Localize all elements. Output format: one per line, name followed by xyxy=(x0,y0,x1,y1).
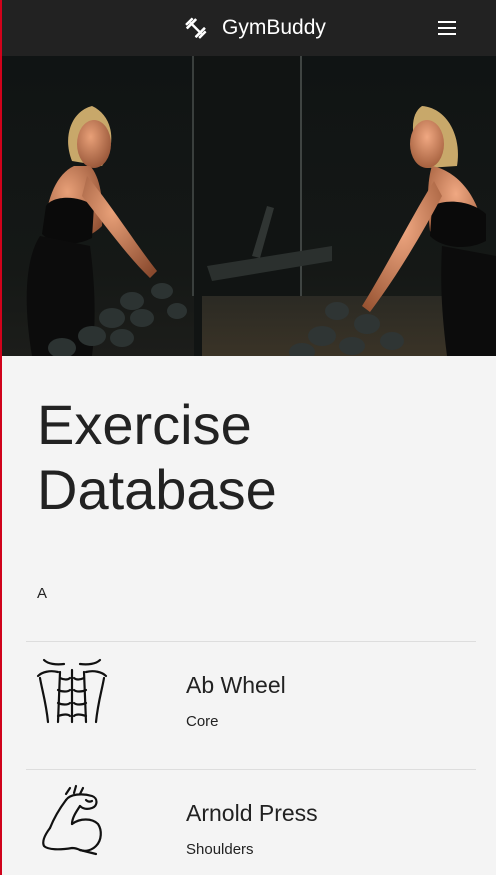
app-page: GymBuddy Exercise Database A Ab Wheel Co… xyxy=(0,0,496,875)
navbar: GymBuddy xyxy=(2,0,496,56)
menu-bar-top xyxy=(438,21,456,23)
brand-link[interactable]: GymBuddy xyxy=(184,14,326,42)
menu-bar-middle xyxy=(438,27,456,29)
menu-button[interactable] xyxy=(436,19,458,37)
hero-photo-illustration xyxy=(2,56,496,356)
main-content: Exercise Database A Ab Wheel Core Arnold… xyxy=(2,356,496,875)
section-letter-heading: A xyxy=(37,585,48,602)
brand-name: GymBuddy xyxy=(222,16,326,39)
abs-icon xyxy=(36,658,108,724)
page-title: Exercise Database xyxy=(37,393,277,521)
exercise-category: Core xyxy=(186,713,219,730)
menu-bar-bottom xyxy=(438,33,456,35)
exercise-item-ab-wheel[interactable]: Ab Wheel Core xyxy=(26,642,476,770)
exercise-category: Shoulders xyxy=(186,841,254,858)
exercise-name: Arnold Press xyxy=(186,800,318,826)
hero-image xyxy=(2,56,496,356)
exercise-item-arnold-press[interactable]: Arnold Press Shoulders xyxy=(26,770,476,875)
flexed-bicep-icon xyxy=(42,784,102,856)
exercise-name: Ab Wheel xyxy=(186,672,286,698)
dumbbell-icon xyxy=(185,17,207,39)
